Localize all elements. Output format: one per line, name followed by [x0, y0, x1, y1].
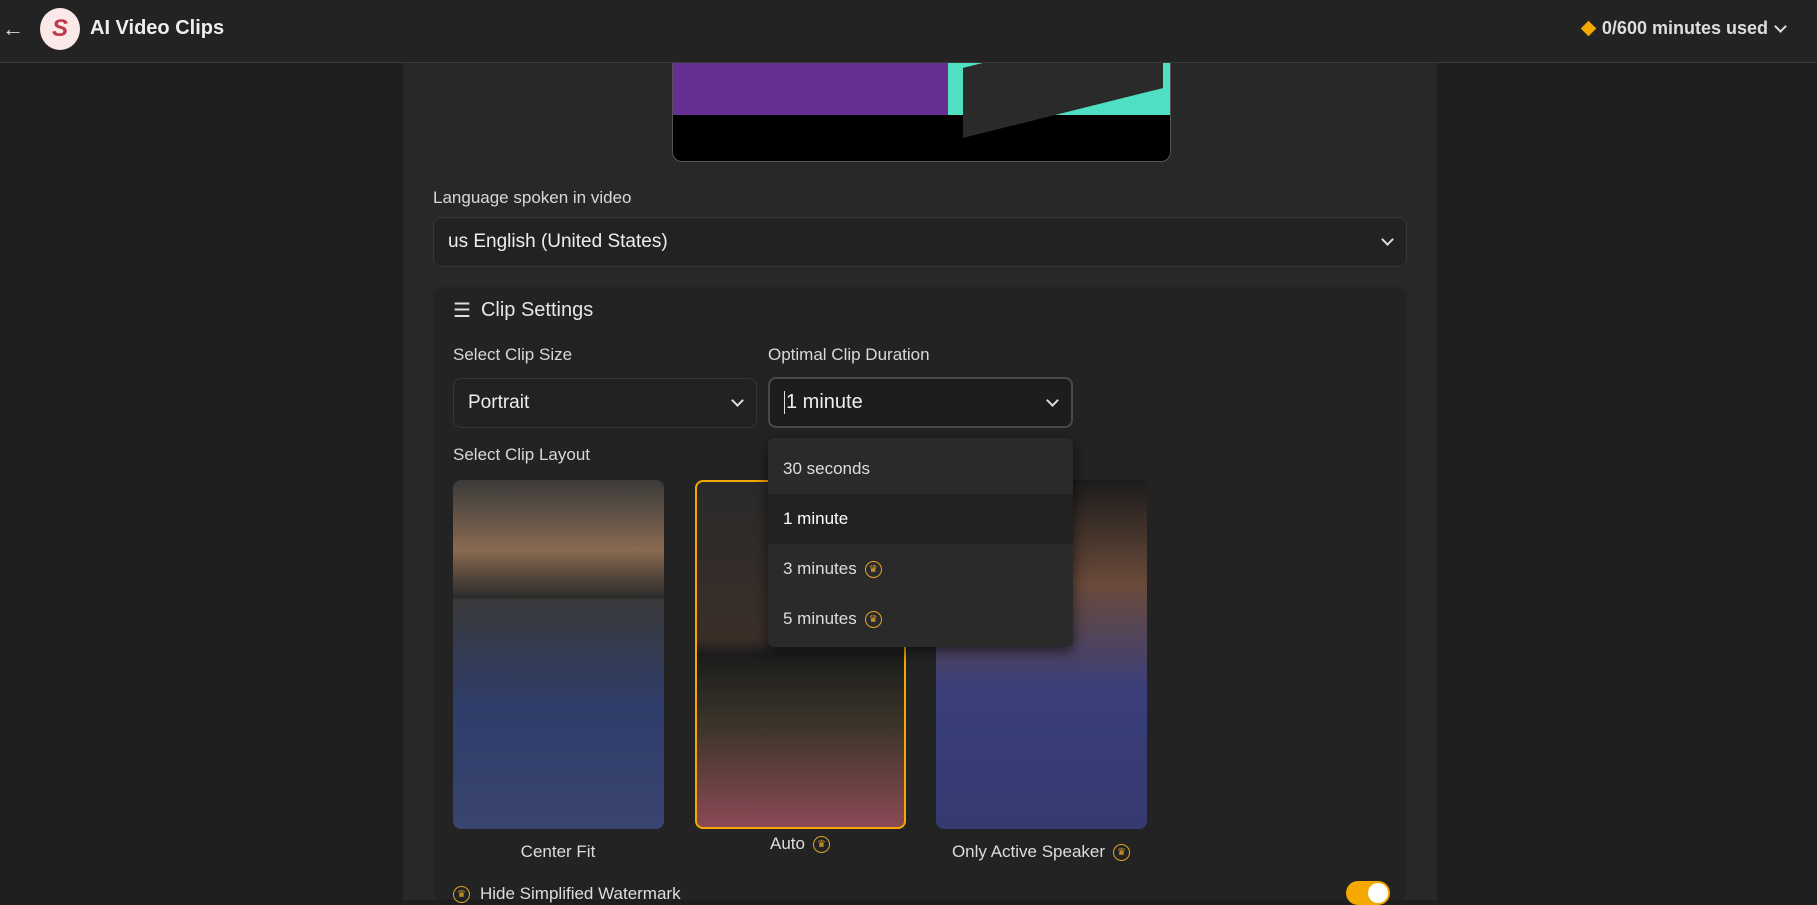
clip-layout-label: Select Clip Layout [453, 445, 591, 464]
duration-option[interactable]: 3 minutes ♛ [768, 544, 1073, 594]
layout-label: Only Active Speaker ♛ [921, 842, 1161, 862]
usage-text: 0/600 minutes used [1601, 18, 1768, 38]
duration-dropdown-menu: 30 seconds 1 minute 3 minutes ♛ 5 minutes… [768, 438, 1073, 647]
top-bar: ← S AI Video Clips 0/600 minutes used [0, 0, 1817, 63]
video-preview[interactable] [672, 63, 1171, 162]
app-title: AI Video Clips [90, 17, 225, 39]
language-label: Language spoken in video [433, 188, 632, 207]
language-select[interactable]: us English (United States) [433, 217, 1407, 267]
chevron-down-icon [1046, 393, 1059, 407]
crown-icon: ♛ [812, 835, 830, 853]
chevron-down-icon [1774, 19, 1787, 33]
language-value: us English (United States) [448, 231, 668, 252]
clip-size-select[interactable]: Portrait [453, 378, 757, 428]
layout-center-fit-thumbnail[interactable] [453, 480, 664, 829]
diamond-icon [1580, 20, 1597, 37]
clip-duration-select[interactable]: 1 minute [768, 377, 1073, 428]
layout-label: Center Fit [520, 842, 596, 861]
chevron-down-icon [1381, 233, 1394, 246]
duration-option[interactable]: 5 minutes ♛ [768, 594, 1073, 644]
crown-icon: ♛ [864, 610, 882, 628]
watermark-toggle[interactable] [1346, 881, 1390, 905]
back-arrow-icon[interactable]: ← [2, 16, 24, 42]
sliders-icon: ☰ [453, 300, 471, 322]
watermark-row: ♛ Hide Simplified Watermark [453, 884, 681, 904]
chevron-down-icon [731, 394, 744, 407]
crown-icon: ♛ [1113, 843, 1131, 861]
clip-settings-header: ☰ Clip Settings [453, 298, 593, 323]
app-logo: S [40, 8, 80, 50]
watermark-label: Hide Simplified Watermark [480, 884, 681, 903]
clip-settings-title: Clip Settings [480, 299, 594, 321]
clip-duration-label: Optimal Clip Duration [768, 345, 930, 364]
duration-option[interactable]: 1 minute [768, 494, 1073, 544]
crown-icon: ♛ [864, 560, 882, 578]
clip-duration-value: 1 minute [784, 391, 863, 414]
usage-dropdown[interactable]: 0/600 minutes used [1580, 18, 1787, 39]
clip-size-value: Portrait [468, 392, 530, 413]
duration-option[interactable]: 30 seconds [768, 444, 1073, 494]
layout-label: Auto ♛ [680, 834, 920, 854]
clip-size-label: Select Clip Size [453, 345, 573, 364]
